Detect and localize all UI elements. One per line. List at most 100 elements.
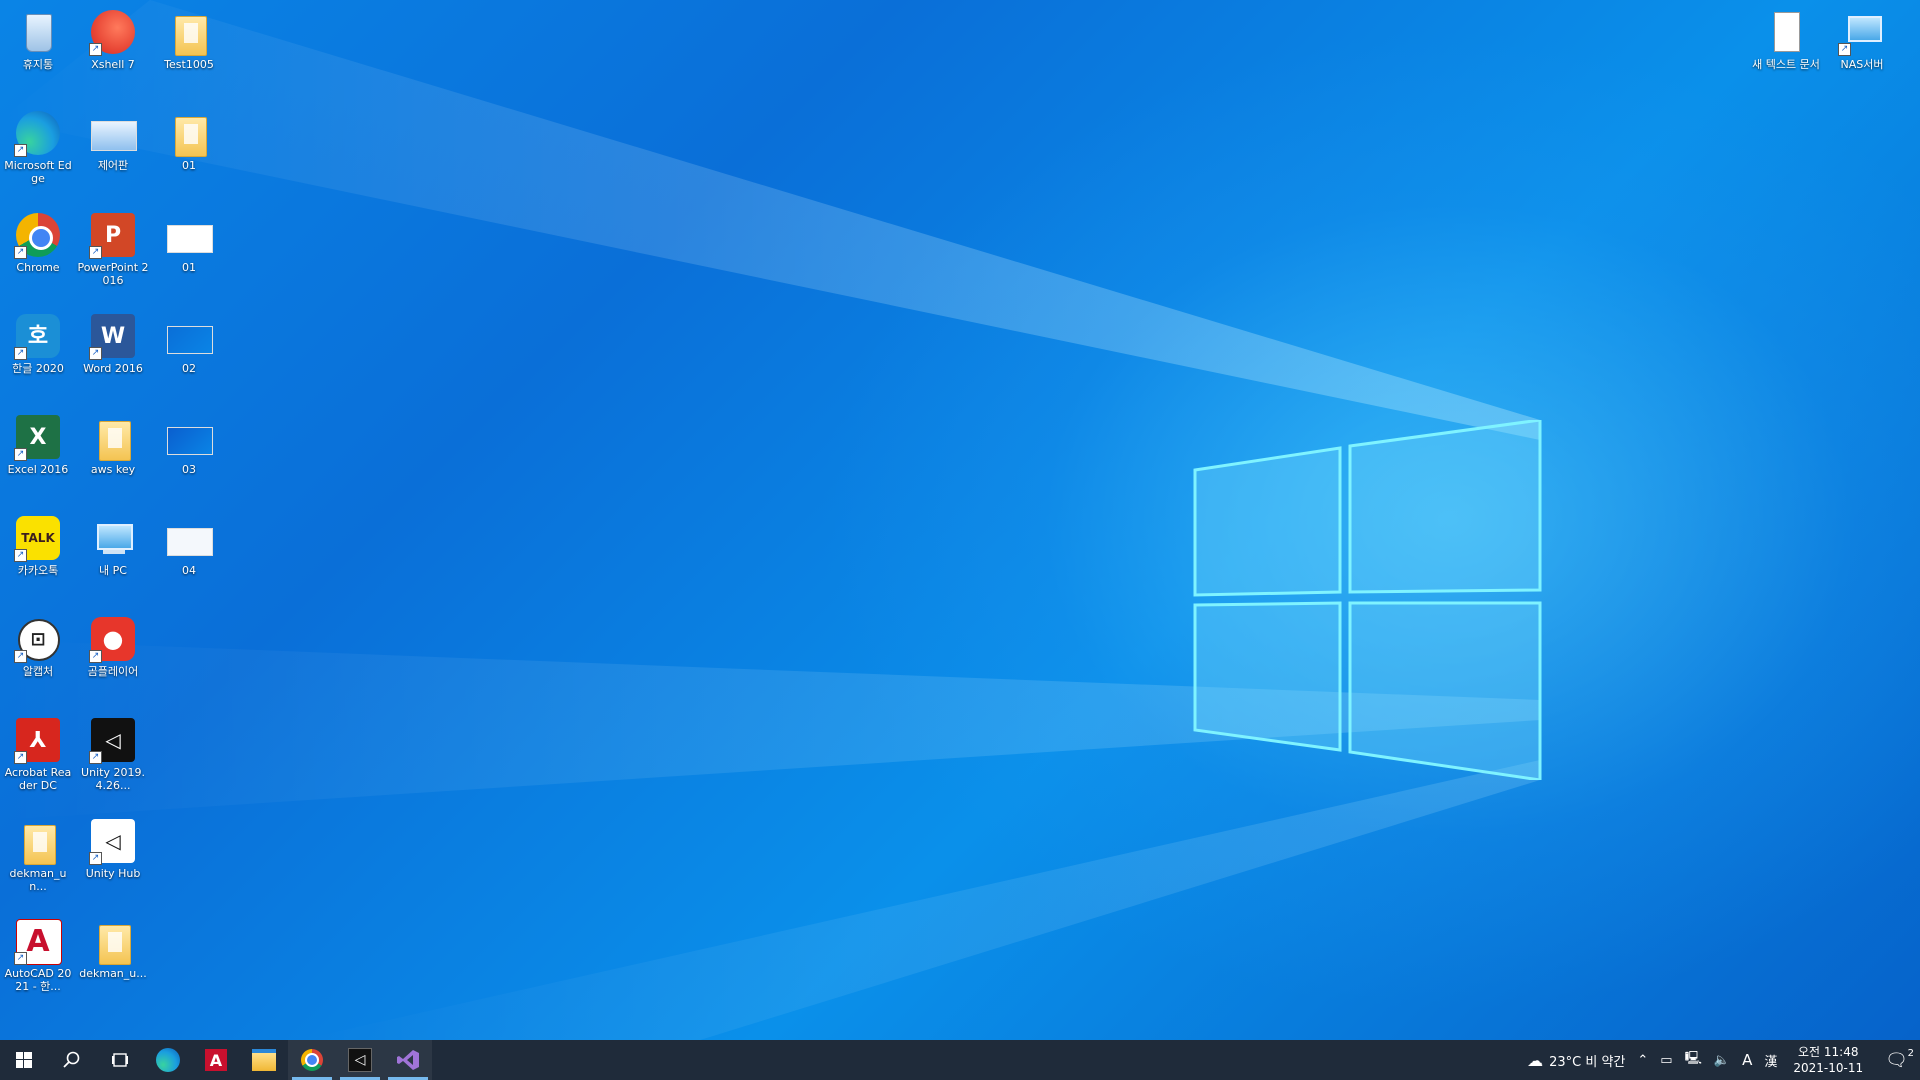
desktop-icon-label: 새 텍스트 문서: [1752, 58, 1820, 71]
desktop-icon-gomplayer[interactable]: ● ↗ 곰플레이어: [77, 609, 149, 678]
taskbar-autocad[interactable]: A: [192, 1040, 240, 1080]
desktop-icon-label: 01: [182, 159, 196, 172]
shortcut-arrow-icon: ↗: [89, 852, 102, 865]
desktop-icon-image-01[interactable]: 01: [153, 205, 225, 274]
wallpaper-light-beams: [0, 0, 1540, 1040]
task-view-icon: [112, 1053, 128, 1067]
desktop-icon-label: Microsoft Edge: [4, 159, 72, 185]
clock[interactable]: 오전 11:48 2021-10-11: [1783, 1044, 1873, 1076]
shortcut-arrow-icon: ↗: [89, 43, 102, 56]
search-button[interactable]: [48, 1040, 96, 1080]
action-center-button[interactable]: 🗨 2: [1873, 1047, 1920, 1071]
desktop-icon-folder-01[interactable]: 01: [153, 103, 225, 172]
desktop-icon-edge[interactable]: ↗ Microsoft Edge: [2, 103, 74, 185]
taskbar-chrome[interactable]: [288, 1040, 336, 1080]
shortcut-arrow-icon: ↗: [89, 246, 102, 259]
desktop-icon-label: Unity Hub: [85, 867, 141, 880]
image-file-icon: [165, 413, 213, 461]
text-document-icon: [1762, 8, 1810, 56]
desktop-icon-label: aws key: [90, 463, 136, 476]
clock-time: 오전 11:48: [1798, 1045, 1859, 1059]
desktop-icon-label: Excel 2016: [7, 463, 69, 476]
ime-mode-button[interactable]: A: [1736, 1051, 1758, 1069]
desktop-icon-image-04[interactable]: 04: [153, 508, 225, 577]
folder-icon: [165, 109, 213, 157]
clock-date: 2021-10-11: [1793, 1061, 1864, 1075]
ime-hanja-button[interactable]: 漢: [1758, 1051, 1783, 1070]
shortcut-arrow-icon: ↗: [89, 650, 102, 663]
desktop-icon-label: AutoCAD 2021 - 한...: [4, 967, 72, 993]
desktop-icon-recycle-bin[interactable]: 휴지통: [2, 2, 74, 71]
ime-hanja-label: 漢: [1764, 1054, 1778, 1070]
notification-count: 2: [1907, 1047, 1914, 1059]
desktop-icon-label: 02: [182, 362, 196, 375]
unity-hub-icon: ◁ ↗: [89, 817, 137, 865]
chevron-up-icon: ⌃: [1637, 1052, 1649, 1068]
autocad-icon: A ↗: [14, 917, 62, 965]
image-file-icon: [165, 312, 213, 360]
desktop-icon-unity[interactable]: ◁ ↗ Unity 2019.4.26...: [77, 710, 149, 792]
desktop-icon-new-text-document[interactable]: 새 텍스트 문서: [1750, 2, 1822, 71]
desktop-icon-acrobat[interactable]: ⅄ ↗ Acrobat Reader DC: [2, 710, 74, 792]
unity-icon: ◁: [348, 1048, 372, 1072]
desktop-icon-alcapture[interactable]: ⊡ ↗ 알캡처: [2, 609, 74, 678]
taskbar-visual-studio[interactable]: [384, 1040, 432, 1080]
desktop-icon-label: Unity 2019.4.26...: [81, 766, 145, 792]
tray-device-icon-button[interactable]: ▭: [1654, 1053, 1678, 1068]
taskbar-unity[interactable]: ◁: [336, 1040, 384, 1080]
desktop-icon-autocad[interactable]: A ↗ AutoCAD 2021 - 한...: [2, 911, 74, 993]
shortcut-arrow-icon: ↗: [89, 751, 102, 764]
network-button[interactable]: 🖳: [1679, 1049, 1708, 1071]
gomplayer-icon: ● ↗: [89, 615, 137, 663]
weather-widget[interactable]: ☁ 23°C 비 약간: [1521, 1051, 1631, 1070]
taskbar-edge[interactable]: [144, 1040, 192, 1080]
shortcut-arrow-icon: ↗: [14, 144, 27, 157]
desktop-icon-nas-server[interactable]: ↗ NAS서버: [1826, 2, 1898, 71]
desktop-icon-image-02[interactable]: 02: [153, 306, 225, 375]
desktop-icon-control-panel[interactable]: 제어판: [77, 103, 149, 172]
desktop-icon-word[interactable]: W ↗ Word 2016: [77, 306, 149, 375]
folder-icon: [165, 8, 213, 56]
visual-studio-icon: [397, 1050, 419, 1070]
desktop-icon-label: dekman_un...: [9, 867, 67, 893]
desktop-icon-powerpoint[interactable]: P ↗ PowerPoint 2016: [77, 205, 149, 287]
this-pc-icon: [89, 514, 137, 562]
folder-icon: [89, 413, 137, 461]
desktop-icon-kakaotalk[interactable]: TALK ↗ 카카오톡: [2, 508, 74, 577]
shortcut-arrow-icon: ↗: [1838, 43, 1851, 56]
shortcut-arrow-icon: ↗: [14, 347, 27, 360]
desktop-icon-test1005[interactable]: Test1005: [153, 2, 225, 71]
image-file-icon: [165, 514, 213, 562]
kakaotalk-icon: TALK ↗: [14, 514, 62, 562]
control-panel-icon: [89, 109, 137, 157]
task-view-button[interactable]: [96, 1040, 144, 1080]
desktop-icon-label: 곰플레이어: [87, 665, 139, 678]
desktop-icon-excel[interactable]: X ↗ Excel 2016: [2, 407, 74, 476]
desktop-icon-hangul[interactable]: 호 ↗ 한글 2020: [2, 306, 74, 375]
start-icon: [16, 1052, 32, 1068]
desktop-icon-unity-hub[interactable]: ◁ ↗ Unity Hub: [77, 811, 149, 880]
taskbar-file-explorer[interactable]: [240, 1040, 288, 1080]
volume-button[interactable]: 🔈: [1708, 1053, 1736, 1068]
shortcut-arrow-icon: ↗: [14, 751, 27, 764]
start-button[interactable]: [0, 1040, 48, 1080]
desktop-icon-xshell[interactable]: ↗ Xshell 7: [77, 2, 149, 71]
folder-icon: [89, 917, 137, 965]
show-hidden-icons-button[interactable]: ⌃: [1631, 1053, 1654, 1068]
chrome-icon: ↗: [14, 211, 62, 259]
alcapture-icon: ⊡ ↗: [14, 615, 62, 663]
edge-icon: [156, 1048, 180, 1072]
desktop-icon-this-pc[interactable]: 내 PC: [77, 508, 149, 577]
desktop-icon-dekman-folder-1[interactable]: dekman_un...: [2, 811, 74, 893]
desktop-icon-label: 제어판: [97, 159, 129, 172]
weather-text: 23°C 비 약간: [1549, 1054, 1626, 1070]
network-computer-icon: ↗: [1838, 8, 1886, 56]
desktop-icon-chrome[interactable]: ↗ Chrome: [2, 205, 74, 274]
desktop-icon-label: Acrobat Reader DC: [4, 766, 72, 792]
desktop-icon-label: Word 2016: [83, 362, 143, 375]
desktop-icon-image-03[interactable]: 03: [153, 407, 225, 476]
desktop-icon-aws-key[interactable]: aws key: [77, 407, 149, 476]
recycle-bin-icon: [14, 8, 62, 56]
desktop-icon-label: NAS서버: [1840, 58, 1884, 71]
desktop-icon-dekman-folder-2[interactable]: dekman_u...: [77, 911, 149, 980]
